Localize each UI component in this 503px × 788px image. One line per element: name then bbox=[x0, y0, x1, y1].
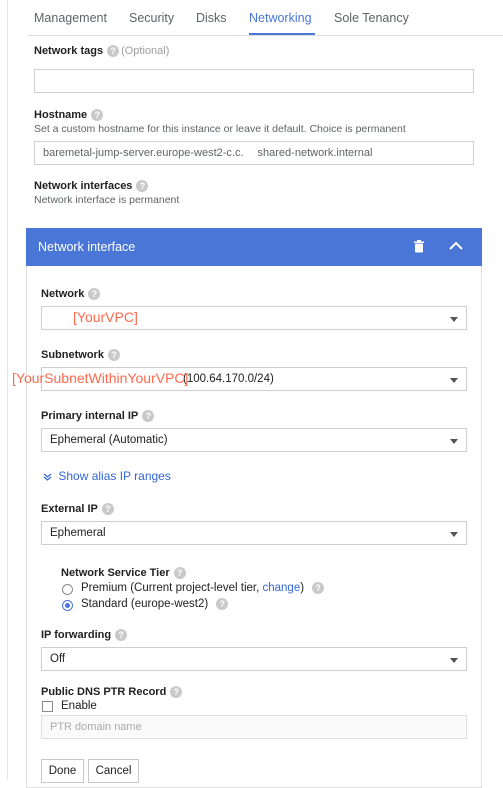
hostname-label: Hostname? bbox=[34, 109, 104, 122]
chevron-double-down-icon bbox=[43, 473, 52, 481]
subnetwork-annotation: [YourSubnetWithinYourVPC] bbox=[12, 370, 189, 386]
help-icon[interactable]: ? bbox=[142, 410, 155, 423]
help-icon[interactable]: ? bbox=[173, 567, 186, 580]
premium-tier-label: Premium (Current project-level tier, cha… bbox=[81, 582, 325, 594]
tab-networking[interactable]: Networking bbox=[249, 11, 312, 25]
external-ip-select[interactable]: Ephemeral bbox=[41, 521, 467, 545]
ip-forwarding-select[interactable]: Off bbox=[41, 647, 467, 671]
help-icon[interactable]: ? bbox=[115, 629, 128, 642]
premium-tier-radio[interactable] bbox=[62, 584, 73, 595]
done-button[interactable]: Done bbox=[41, 759, 84, 783]
help-icon[interactable]: ? bbox=[170, 686, 183, 699]
trash-icon[interactable] bbox=[413, 240, 425, 253]
cancel-button[interactable]: Cancel bbox=[88, 759, 139, 783]
enable-ptr-label: Enable bbox=[61, 700, 97, 712]
alias-link-text: Show alias IP ranges bbox=[58, 469, 171, 483]
subnetwork-value: (100.64.170.0/24) bbox=[183, 373, 274, 385]
primary-ip-select[interactable]: Ephemeral (Automatic) bbox=[41, 428, 467, 452]
network-tags-label: Network tags? (Optional) bbox=[34, 45, 170, 58]
chevron-up-icon[interactable] bbox=[448, 239, 464, 253]
network-interface-header[interactable]: Network interface bbox=[26, 228, 482, 266]
help-icon[interactable]: ? bbox=[91, 109, 104, 122]
standard-tier-label: Standard (europe-west2)? bbox=[81, 598, 229, 610]
panel-title: Network interface bbox=[38, 240, 136, 254]
help-icon[interactable]: ? bbox=[107, 349, 120, 362]
left-divider bbox=[7, 0, 8, 780]
tab-management[interactable]: Management bbox=[34, 11, 107, 25]
help-icon[interactable]: ? bbox=[312, 582, 325, 594]
network-service-tier-label: Network Service Tier? bbox=[61, 567, 186, 580]
tab-bar-divider bbox=[28, 35, 503, 36]
network-tags-input[interactable] bbox=[34, 69, 474, 93]
help-icon[interactable]: ? bbox=[107, 45, 120, 58]
enable-ptr-checkbox[interactable] bbox=[42, 701, 53, 712]
dropdown-arrow-icon bbox=[450, 378, 458, 383]
tab-disks[interactable]: Disks bbox=[196, 11, 227, 25]
show-alias-ip-ranges-link[interactable]: Show alias IP ranges bbox=[43, 469, 171, 483]
help-icon[interactable]: ? bbox=[216, 598, 229, 610]
primary-ip-value: Ephemeral (Automatic) bbox=[50, 434, 168, 446]
hostname-value-prefix: baremetal-jump-server.europe-west2-c.c. bbox=[43, 147, 244, 159]
dropdown-arrow-icon bbox=[450, 658, 458, 663]
standard-tier-radio[interactable] bbox=[62, 600, 73, 611]
tab-sole-tenancy[interactable]: Sole Tenancy bbox=[334, 11, 409, 25]
dropdown-arrow-icon bbox=[450, 532, 458, 537]
primary-ip-label: Primary internal IP? bbox=[41, 410, 155, 423]
network-interfaces-label: Network interfaces? bbox=[34, 180, 149, 193]
subnetwork-label: Subnetwork? bbox=[41, 349, 120, 362]
ip-forwarding-label: IP forwarding? bbox=[41, 629, 128, 642]
hostname-input[interactable]: baremetal-jump-server.europe-west2-c.c. s… bbox=[34, 141, 474, 165]
external-ip-label: External IP? bbox=[41, 503, 114, 516]
help-icon[interactable]: ? bbox=[101, 503, 114, 516]
network-annotation: [YourVPC] bbox=[73, 309, 138, 325]
network-label: Network? bbox=[41, 288, 101, 301]
hostname-value-suffix: shared-network.internal bbox=[257, 147, 373, 159]
dropdown-arrow-icon bbox=[450, 439, 458, 444]
help-icon[interactable]: ? bbox=[88, 288, 101, 301]
external-ip-value: Ephemeral bbox=[50, 527, 106, 539]
dns-ptr-label: Public DNS PTR Record? bbox=[41, 686, 183, 699]
optional-hint: (Optional) bbox=[121, 45, 170, 57]
hostname-description: Set a custom hostname for this instance … bbox=[34, 123, 406, 135]
tab-security[interactable]: Security bbox=[129, 11, 174, 25]
network-interfaces-description: Network interface is permanent bbox=[34, 194, 180, 206]
help-icon[interactable]: ? bbox=[136, 180, 149, 193]
ip-forwarding-value: Off bbox=[50, 653, 66, 665]
dropdown-arrow-icon bbox=[450, 317, 458, 322]
change-tier-link[interactable]: change bbox=[263, 582, 301, 594]
ptr-domain-input[interactable]: PTR domain name bbox=[41, 715, 467, 739]
tab-bar: Management Security Disks Networking Sol… bbox=[28, 0, 503, 36]
